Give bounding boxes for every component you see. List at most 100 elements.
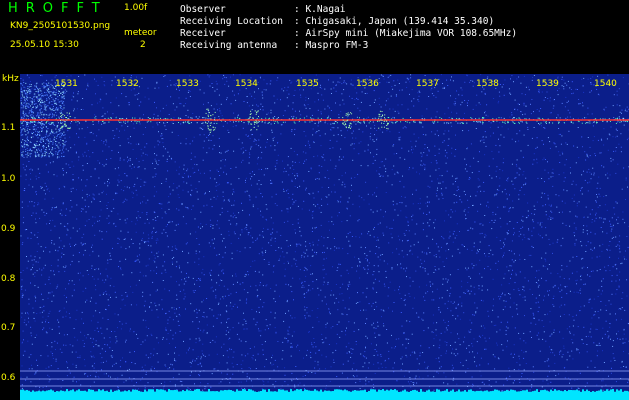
noise-speck	[137, 211, 139, 213]
noise-speck	[250, 235, 252, 237]
noise-speck	[388, 287, 390, 289]
noise-speck	[451, 255, 453, 257]
info-value: : K.Nagai	[294, 4, 346, 15]
noise-speck	[274, 359, 276, 361]
noise-speck	[113, 363, 115, 365]
noise-speck	[403, 300, 405, 301]
noise-speck	[305, 189, 307, 191]
noise-speck	[114, 291, 116, 293]
noise-speck	[576, 271, 578, 273]
noise-speck	[561, 76, 563, 78]
filename-label: KN9_2505101530.png	[10, 21, 111, 31]
noise-speck	[564, 82, 566, 84]
noise-speck	[66, 362, 68, 364]
noise-speck	[511, 112, 513, 114]
noise-speck	[118, 181, 120, 183]
noise-speck	[514, 327, 516, 329]
noise-speck	[360, 141, 362, 143]
noise-speck	[387, 263, 389, 265]
noise-speck	[22, 294, 24, 296]
noise-speck	[84, 365, 86, 367]
noise-speck	[98, 255, 100, 257]
noise-speck	[432, 283, 434, 285]
noise-speck	[622, 77, 624, 79]
noise-speck	[284, 275, 286, 277]
noise-speck	[419, 355, 421, 357]
noise-speck	[105, 360, 107, 362]
noise-speck	[620, 308, 622, 310]
noise-speck	[156, 191, 158, 193]
noise-speck	[406, 240, 408, 242]
noise-speck	[103, 165, 105, 167]
noise-speck	[595, 214, 596, 216]
noise-speck	[176, 169, 178, 171]
noise-speck	[485, 145, 487, 147]
noise-speck	[451, 125, 453, 127]
noise-speck	[422, 222, 424, 224]
noise-speck	[115, 225, 117, 227]
noise-speck	[546, 91, 548, 93]
noise-speck	[580, 274, 582, 276]
noise-speck	[612, 159, 614, 161]
noise-speck	[462, 118, 464, 120]
noise-speck	[501, 191, 503, 193]
noise-speck	[461, 94, 463, 96]
noise-speck	[187, 168, 189, 170]
noise-speck	[437, 178, 439, 180]
noise-speck	[67, 130, 69, 132]
noise-speck	[399, 239, 401, 241]
noise-speck	[454, 237, 456, 239]
noise-speck	[196, 358, 198, 360]
noise-speck	[76, 230, 78, 232]
noise-speck	[223, 237, 225, 239]
noise-speck	[52, 358, 54, 359]
noise-speck	[124, 304, 126, 306]
noise-speck	[584, 151, 586, 153]
noise-speck	[258, 328, 259, 330]
noise-speck	[497, 357, 499, 359]
noise-speck	[417, 92, 419, 94]
noise-speck	[176, 281, 177, 283]
noise-speck	[261, 151, 263, 153]
noise-speck	[162, 155, 164, 157]
noise-speck	[569, 326, 571, 328]
noise-speck	[533, 213, 535, 215]
noise-speck	[125, 339, 127, 341]
noise-speck	[21, 207, 23, 209]
noise-speck	[231, 258, 233, 260]
noise-speck	[107, 202, 109, 203]
noise-speck	[235, 125, 237, 127]
noise-speck	[194, 171, 196, 173]
noise-speck	[219, 314, 221, 316]
noise-speck	[147, 234, 149, 236]
noise-speck	[153, 195, 155, 197]
noise-speck	[412, 307, 414, 309]
noise-speck	[136, 158, 137, 160]
noise-speck	[318, 172, 320, 174]
noise-speck	[443, 140, 445, 142]
noise-speck	[462, 130, 464, 132]
noise-speck	[178, 325, 180, 326]
noise-speck	[44, 264, 46, 266]
noise-speck	[338, 321, 340, 323]
noise-speck	[452, 348, 453, 350]
noise-speck	[549, 112, 551, 114]
noise-speck	[138, 166, 140, 168]
noise-speck	[198, 278, 199, 279]
noise-speck	[454, 101, 456, 102]
noise-speck	[483, 181, 485, 183]
noise-speck	[464, 168, 466, 170]
noise-speck	[556, 206, 558, 208]
count-label: 2	[140, 40, 146, 50]
noise-speck	[307, 104, 309, 105]
noise-speck	[202, 316, 204, 317]
noise-speck	[105, 308, 106, 310]
noise-speck	[569, 211, 571, 213]
noise-speck	[508, 367, 510, 369]
noise-speck	[174, 161, 176, 163]
noise-speck	[522, 239, 524, 241]
noise-speck	[51, 328, 53, 330]
noise-speck	[380, 209, 382, 211]
noise-speck	[609, 326, 611, 328]
noise-speck	[164, 288, 166, 290]
